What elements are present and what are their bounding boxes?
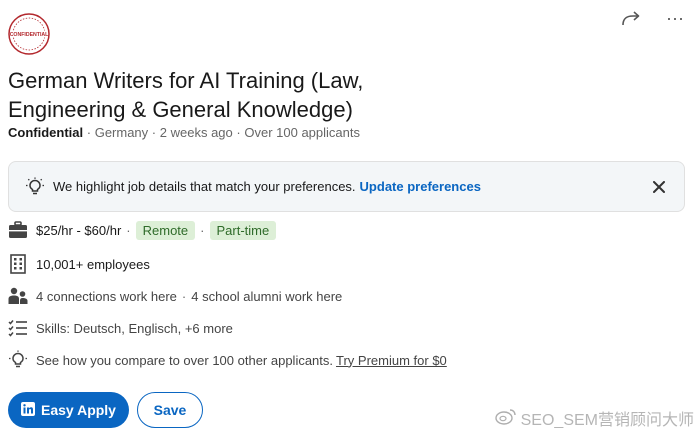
connections-text: 4 connections work here bbox=[36, 288, 177, 304]
job-insight-skills[interactable]: Skills: Deutsch, Englisch, +6 more bbox=[8, 318, 233, 338]
job-type-badge: Part-time bbox=[209, 220, 277, 240]
preferences-banner: We highlight job details that match your… bbox=[8, 161, 685, 212]
easy-apply-button[interactable]: Easy Apply bbox=[8, 392, 129, 428]
top-actions: ··· bbox=[614, 6, 692, 30]
alumni-text: 4 school alumni work here bbox=[191, 288, 343, 304]
close-icon[interactable] bbox=[648, 176, 670, 198]
job-insight-salary: $25/hr - $60/hr · Remote · Part-time bbox=[8, 220, 277, 240]
workplace-type-badge: Remote bbox=[135, 220, 196, 240]
watermark: SEO_SEM营销顾问大师 bbox=[494, 406, 694, 430]
separator: · bbox=[126, 222, 131, 238]
job-insight-company-size: 10,001+ employees bbox=[8, 254, 150, 274]
job-meta: Confidential · Germany · 2 weeks ago · O… bbox=[8, 125, 360, 140]
separator: · bbox=[200, 222, 205, 238]
confidential-logo-icon: CONFIDENTIAL bbox=[10, 32, 49, 38]
salary-range: $25/hr - $60/hr bbox=[36, 222, 122, 238]
try-premium-link[interactable]: Try Premium for $0 bbox=[336, 353, 447, 368]
more-label: ··· bbox=[666, 8, 684, 28]
job-location: Germany bbox=[94, 125, 149, 140]
company-name[interactable]: Confidential bbox=[8, 125, 83, 140]
compare-text: See how you compare to over 100 other ap… bbox=[36, 352, 334, 368]
job-title: German Writers for AI Training (Law, Eng… bbox=[8, 68, 364, 122]
meta-separator: · bbox=[236, 125, 241, 140]
share-arrow-icon[interactable] bbox=[614, 6, 648, 30]
building-icon bbox=[8, 254, 28, 274]
separator: · bbox=[181, 288, 187, 304]
watermark-text: SEO_SEM营销顾问大师 bbox=[520, 412, 694, 429]
more-horizontal-icon[interactable]: ··· bbox=[658, 6, 692, 30]
applicant-count: Over 100 applicants bbox=[244, 125, 360, 140]
meta-separator: · bbox=[86, 125, 92, 140]
job-insight-connections[interactable]: 4 connections work here · 4 school alumn… bbox=[8, 286, 342, 306]
easy-apply-label: Easy Apply bbox=[41, 402, 116, 418]
employee-count: 10,001+ employees bbox=[36, 256, 150, 272]
meta-separator: · bbox=[151, 125, 157, 140]
job-insight-premium: See how you compare to over 100 other ap… bbox=[8, 350, 447, 370]
linkedin-icon bbox=[21, 401, 36, 419]
posted-time: 2 weeks ago bbox=[159, 125, 233, 140]
company-logo[interactable]: CONFIDENTIAL bbox=[8, 13, 50, 55]
lightbulb-icon bbox=[8, 350, 28, 370]
weibo-icon bbox=[494, 407, 517, 430]
lightbulb-icon bbox=[25, 177, 45, 197]
people-icon bbox=[8, 286, 28, 306]
save-button[interactable]: Save bbox=[137, 392, 203, 428]
banner-text: We highlight job details that match your… bbox=[53, 179, 356, 194]
checklist-icon bbox=[8, 318, 28, 338]
briefcase-icon bbox=[8, 220, 28, 240]
skills-text: Skills: Deutsch, Englisch, +6 more bbox=[36, 320, 233, 336]
update-preferences-link[interactable]: Update preferences bbox=[360, 179, 481, 194]
